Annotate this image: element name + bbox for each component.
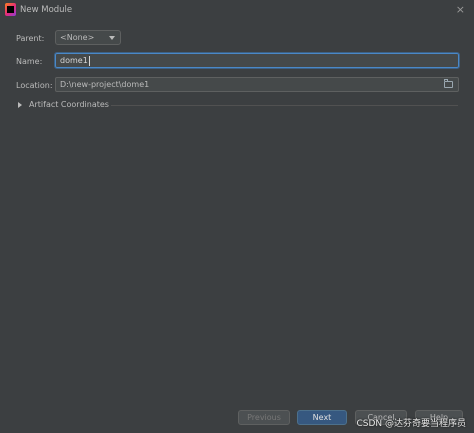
intellij-app-icon xyxy=(5,3,16,16)
name-label: Name: xyxy=(16,57,43,66)
folder-icon[interactable] xyxy=(444,79,453,88)
text-caret xyxy=(88,55,90,66)
location-label: Location: xyxy=(16,81,53,90)
parent-label: Parent: xyxy=(16,34,45,43)
artifact-coordinates-toggle[interactable]: Artifact Coordinates xyxy=(18,100,109,109)
name-field-value: dome1 xyxy=(60,56,88,65)
parent-select[interactable]: <None> xyxy=(55,30,121,45)
window-title: New Module xyxy=(20,5,73,15)
close-icon[interactable]: × xyxy=(456,4,465,15)
artifact-coordinates-label: Artifact Coordinates xyxy=(29,100,109,109)
name-field[interactable]: dome1 xyxy=(54,52,460,69)
location-field-value: D:\new-project\dome1 xyxy=(60,80,150,89)
location-field[interactable]: D:\new-project\dome1 xyxy=(55,77,459,92)
previous-button[interactable]: Previous xyxy=(238,410,290,425)
parent-select-value: <None> xyxy=(60,33,95,42)
watermark-text: CSDN @达芬奇要当程序员 xyxy=(356,419,466,429)
expand-triangle-icon xyxy=(18,101,22,108)
section-divider xyxy=(111,105,458,106)
dropdown-arrow-icon xyxy=(109,36,115,40)
next-button[interactable]: Next xyxy=(297,410,347,425)
title-bar: New Module × xyxy=(0,0,474,22)
